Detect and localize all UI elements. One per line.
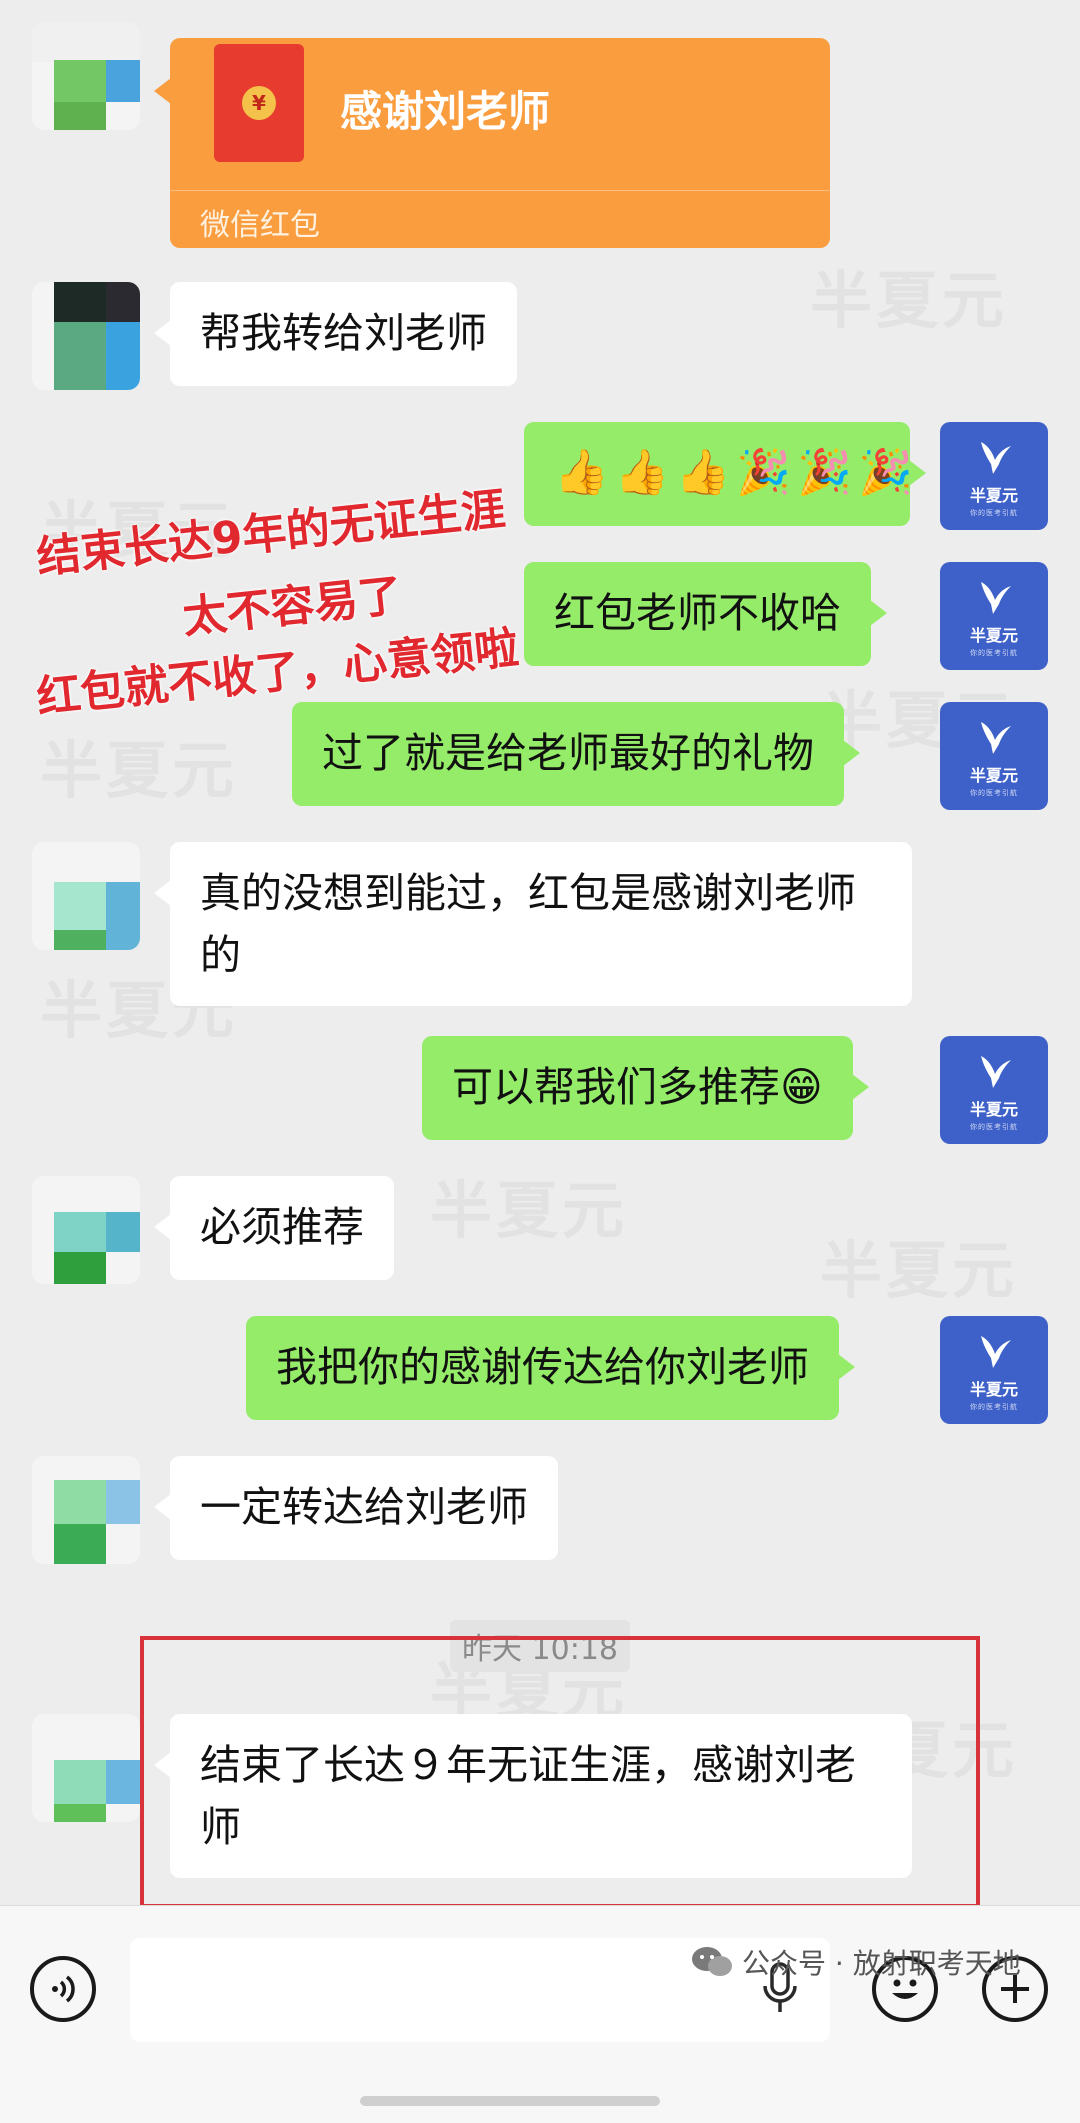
input-bar (0, 1905, 1080, 2123)
avatar[interactable] (32, 842, 140, 950)
watermark: 半夏元 (810, 250, 1008, 340)
coin-icon: ¥ (242, 86, 276, 120)
hummingbird-icon (981, 582, 1011, 614)
voice-icon (52, 1975, 75, 2003)
chat-area[interactable]: 半夏元 半夏元 半夏元 半夏元 半夏元 半夏元 半夏元 半夏元 半夏元 ¥ 感谢… (0, 0, 1080, 1905)
voice-button[interactable] (30, 1956, 96, 2022)
message-text: 帮我转给刘老师 (200, 309, 487, 357)
annotation-line: 结束长达9年的无证生涯 (34, 483, 508, 584)
agent-sub: 你的医考引航 (970, 1403, 1018, 1411)
message-bubble[interactable]: 必须推荐 (154, 1176, 394, 1280)
red-packet-title: 感谢刘老师 (340, 87, 551, 136)
agent-brand: 半夏元 (969, 1380, 1018, 1399)
agent-brand: 半夏元 (969, 626, 1018, 645)
agent-sub: 你的医考引航 (970, 789, 1018, 797)
thumbs-up-icon: 👍 (675, 447, 731, 498)
message-bubble[interactable]: 红包老师不收哈 (524, 562, 887, 666)
agent-brand: 半夏元 (969, 1100, 1018, 1119)
wechat-icon (692, 1947, 732, 1976)
red-envelope-icon: ¥ (214, 44, 304, 162)
message-bubble[interactable]: 我把你的感谢传达给你刘老师 (246, 1316, 855, 1420)
message-bubble[interactable]: 过了就是给老师最好的礼物 (292, 702, 860, 806)
message-text: 一定转达给刘老师 (200, 1483, 528, 1531)
agent-sub: 你的医考引航 (970, 1123, 1018, 1131)
red-packet-message[interactable]: ¥ 感谢刘老师 微信红包 (154, 38, 830, 248)
agent-brand: 半夏元 (969, 486, 1018, 505)
party-popper-icon: 🎉 (857, 447, 913, 498)
agent-avatar[interactable]: 半夏元 你的医考引航 (940, 1316, 1048, 1424)
source-text: 公众号 · 放射职考天地 (742, 1947, 1021, 1980)
message-bubble[interactable]: 帮我转给刘老师 (154, 282, 517, 386)
message-text: 我把你的感谢传达给你刘老师 (276, 1343, 809, 1391)
divider (170, 190, 830, 191)
agent-avatar[interactable]: 半夏元 你的医考引航 (940, 1036, 1048, 1144)
agent-avatar[interactable]: 半夏元 你的医考引航 (940, 422, 1048, 530)
source-watermark: 公众号 · 放射职考天地 (690, 1942, 1021, 1982)
hummingbird-icon (981, 442, 1011, 474)
message-text: 真的没想到能过，红包是感谢刘老师的 (200, 869, 856, 979)
watermark: 半夏元 (820, 1220, 1018, 1310)
red-packet-label: 微信红包 (200, 208, 320, 243)
watermark: 半夏元 (430, 1160, 628, 1250)
avatar[interactable] (32, 1714, 140, 1822)
avatar[interactable] (32, 1176, 140, 1284)
message-text: 红包老师不收哈 (554, 589, 841, 637)
message-bubble[interactable]: 可以帮我们多推荐😁 (422, 1036, 869, 1140)
avatar[interactable] (32, 22, 140, 130)
hummingbird-icon (981, 1336, 1011, 1368)
avatar[interactable] (32, 282, 140, 390)
thumbs-up-icon: 👍 (614, 447, 670, 498)
message-bubble[interactable]: 真的没想到能过，红包是感谢刘老师的 (154, 842, 912, 1006)
emoji-row: 👍 👍 👍 🎉 🎉 🎉 (554, 442, 913, 504)
party-popper-icon: 🎉 (797, 447, 852, 498)
message-bubble[interactable]: 一定转达给刘老师 (154, 1456, 558, 1560)
agent-sub: 你的医考引航 (970, 509, 1018, 517)
message-bubble[interactable]: 👍 👍 👍 🎉 🎉 🎉 (524, 422, 926, 526)
agent-sub: 你的医考引航 (970, 649, 1018, 657)
watermark: 半夏元 (40, 720, 238, 810)
party-popper-icon: 🎉 (736, 447, 792, 498)
message-text: 可以帮我们多推荐😁 (452, 1063, 823, 1111)
hummingbird-icon (981, 722, 1011, 754)
home-indicator (360, 2096, 660, 2106)
message-text: 过了就是给老师最好的礼物 (322, 729, 814, 777)
agent-avatar[interactable]: 半夏元 你的医考引航 (940, 562, 1048, 670)
avatar[interactable] (32, 1456, 140, 1564)
highlight-box (140, 1636, 980, 1905)
hummingbird-icon (981, 1056, 1011, 1088)
thumbs-up-icon: 👍 (554, 447, 609, 498)
agent-brand: 半夏元 (969, 766, 1018, 785)
message-text: 必须推荐 (200, 1203, 364, 1251)
agent-avatar[interactable]: 半夏元 你的医考引航 (940, 702, 1048, 810)
